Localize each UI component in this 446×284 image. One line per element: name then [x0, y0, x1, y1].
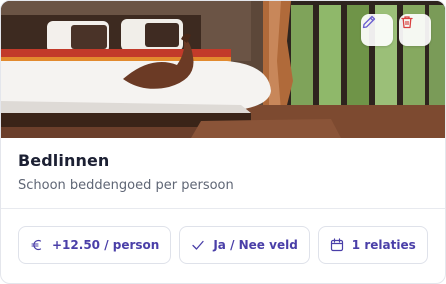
card-divider — [1, 208, 445, 209]
relations-chip-label: 1 relaties — [351, 238, 416, 252]
calendar-icon — [330, 238, 343, 252]
price-chip-label: +12.50 / person — [52, 238, 160, 252]
trash-icon — [401, 16, 413, 29]
extra-service-card: Bedlinnen Schoon beddengoed per persoon … — [0, 0, 446, 284]
pencil-icon — [362, 15, 376, 29]
check-icon — [192, 240, 204, 250]
card-photo — [1, 1, 445, 138]
delete-button[interactable] — [399, 14, 431, 46]
card-title: Bedlinnen — [18, 151, 110, 170]
field-type-chip[interactable]: Ja / Nee veld — [179, 226, 310, 264]
euro-icon — [31, 239, 42, 251]
card-description: Schoon beddengoed per persoon — [18, 178, 234, 193]
card-chips: +12.50 / person Ja / Nee veld 1 relaties — [18, 226, 428, 264]
field-type-chip-label: Ja / Nee veld — [213, 238, 298, 252]
price-chip[interactable]: +12.50 / person — [18, 226, 172, 264]
relations-chip[interactable]: 1 relaties — [317, 226, 428, 264]
edit-button[interactable] — [361, 14, 393, 46]
